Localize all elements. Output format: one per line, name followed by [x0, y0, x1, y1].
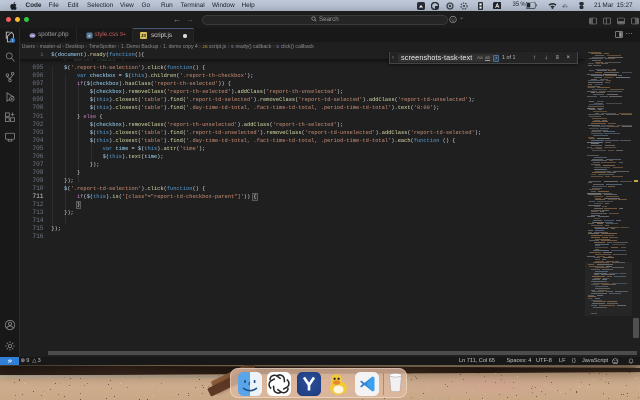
- svg-text:php: php: [30, 33, 35, 37]
- svg-text:1: 1: [11, 38, 13, 42]
